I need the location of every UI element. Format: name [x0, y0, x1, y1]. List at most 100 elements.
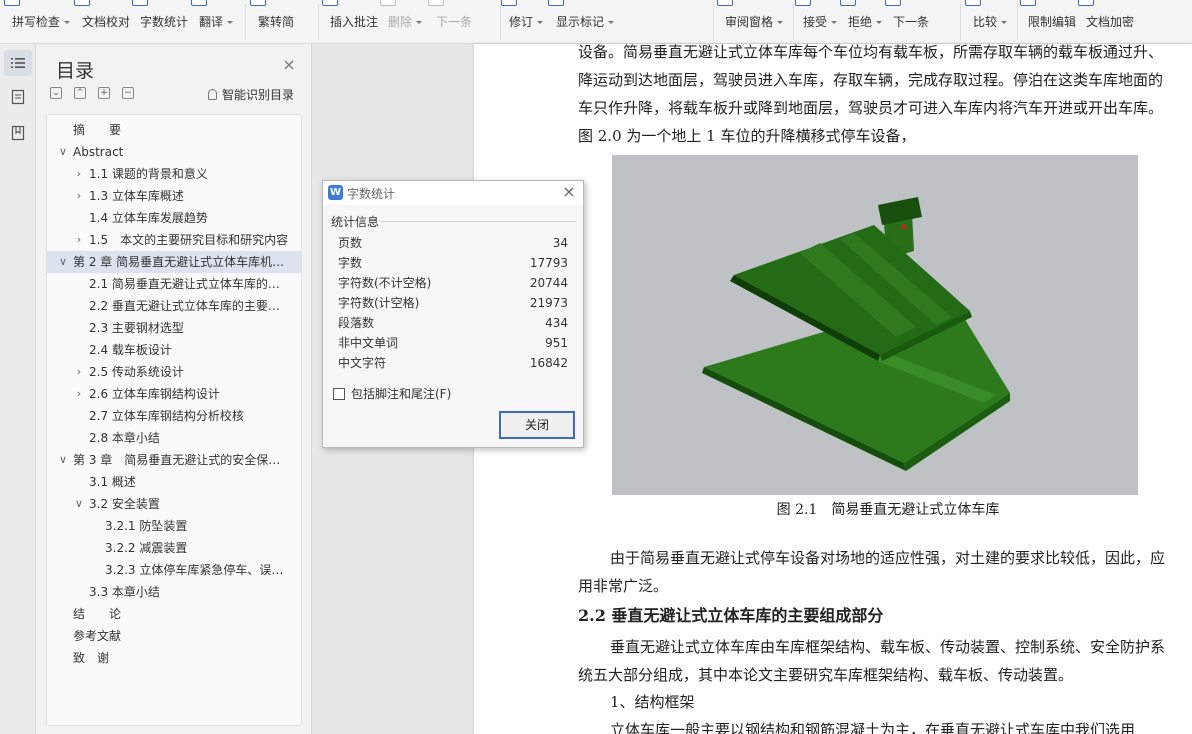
ribbon-button-label: 审阅窗格: [725, 15, 774, 29]
ribbon-icon: [717, 0, 733, 6]
ribbon-icon: [322, 0, 338, 6]
ribbon-icon: [74, 0, 90, 6]
ribbon-button-label: 插入批注: [330, 15, 379, 29]
toc-item-label: 2.6 立体车库钢结构设计: [89, 387, 220, 401]
toc-item[interactable]: 2.4 载车板设计: [47, 339, 301, 361]
stat-row: 中文字符 16842: [338, 353, 568, 373]
toc-item-label: 第 3 章 简易垂直无避让式的安全保护系统设计: [73, 453, 289, 467]
toc-item[interactable]: 摘 要: [47, 119, 301, 141]
toc-item[interactable]: 2.8 本章小结: [47, 427, 301, 449]
body-paragraph-4: 立体车库一般主要以钢结构和钢筋混凝土为主，在垂直无避让式车库中我们选用: [610, 721, 1136, 734]
toc-item[interactable]: › 1.5 本文的主要研究目标和研究内容: [47, 229, 301, 251]
ribbon-button-label: 下一条: [436, 15, 473, 29]
wps-logo-icon: W: [328, 185, 343, 200]
toc-item[interactable]: › 2.6 立体车库钢结构设计: [47, 383, 301, 405]
chevron-right-icon[interactable]: ›: [73, 383, 85, 405]
ribbon-separator: [1017, 4, 1018, 40]
ribbon-icon: [965, 0, 981, 6]
toc-item-label: 1.4 立体车库发展趋势: [89, 211, 208, 225]
collapse-all-icon[interactable]: ⌄: [50, 87, 62, 99]
toc-item[interactable]: 3.2.2 减震装置: [47, 537, 301, 559]
toc-panel: 目录 × ⌄ ⌃ + − 智能识别目录 摘 要 ∨ Abstract › 1.1 课题的…: [36, 44, 312, 734]
toc-item-label: 2.5 传动系统设计: [89, 365, 184, 379]
toc-item[interactable]: ∨ 第 2 章 简易垂直无避让式立体车库机械结构设计: [47, 251, 301, 273]
ribbon-button-label: 拒绝: [848, 15, 873, 29]
chevron-right-icon[interactable]: ›: [73, 185, 85, 207]
toc-item[interactable]: 结 论: [47, 603, 301, 625]
ribbon-icon: [885, 0, 901, 6]
toc-item[interactable]: 2.2 垂直无避让式立体车库的主要组成部分: [47, 295, 301, 317]
ribbon-button-label: 限制编辑: [1028, 15, 1077, 29]
chevron-down-icon: [227, 21, 233, 24]
ribbon-icon: [548, 0, 564, 6]
toc-item[interactable]: 致 谢: [47, 647, 301, 669]
toc-item[interactable]: ∨ Abstract: [47, 141, 301, 163]
toc-item[interactable]: › 2.5 传动系统设计: [47, 361, 301, 383]
toc-item[interactable]: 1.4 立体车库发展趋势: [47, 207, 301, 229]
toc-item[interactable]: 3.1 概述: [47, 471, 301, 493]
chevron-right-icon[interactable]: ›: [73, 163, 85, 185]
chevron-down-icon: [416, 21, 422, 24]
toc-item-label: 摘 要: [73, 123, 122, 137]
include-footnotes-checkbox[interactable]: 包括脚注和尾注(F): [333, 385, 451, 402]
ribbon-separator: [500, 4, 501, 40]
toc-item-label: 结 论: [73, 607, 122, 621]
toc-item[interactable]: › 1.3 立体车库概述: [47, 185, 301, 207]
chevron-right-icon[interactable]: ›: [73, 229, 85, 251]
toc-item-label: 2.3 主要钢材选型: [89, 321, 184, 335]
stat-value: 21973: [529, 296, 568, 310]
toc-item-label: 第 2 章 简易垂直无避让式立体车库机械结构设计: [73, 255, 289, 269]
close-icon[interactable]: ×: [282, 57, 296, 73]
add-heading-icon[interactable]: +: [98, 87, 110, 99]
stat-label: 中文字符: [338, 356, 387, 370]
chevron-right-icon[interactable]: ›: [73, 361, 85, 383]
smart-toc-button[interactable]: 智能识别目录: [208, 86, 294, 103]
toc-icon[interactable]: [4, 50, 32, 76]
toc-title: 目录: [56, 60, 95, 82]
ribbon-icon: [1078, 0, 1094, 6]
toc-item[interactable]: ∨ 3.2 安全装置: [47, 493, 301, 515]
chevron-down-icon[interactable]: ∨: [57, 141, 69, 163]
stat-label: 字符数(计空格): [338, 296, 420, 310]
ribbon-button-label: 接受: [803, 15, 828, 29]
toc-item[interactable]: › 1.1 课题的背景和意义: [47, 163, 301, 185]
chevron-down-icon[interactable]: ∨: [57, 251, 69, 273]
checkbox-label: 包括脚注和尾注(F): [351, 387, 452, 401]
toc-item[interactable]: ∨ 第 3 章 简易垂直无避让式的安全保护系统设计: [47, 449, 301, 471]
toc-item[interactable]: 3.3 本章小结: [47, 581, 301, 603]
stat-value: 17793: [529, 256, 568, 270]
chevron-down-icon: [537, 21, 543, 24]
body-paragraph-2: 由于简易垂直无避让式停车设备对场地的适应性强，对土建的要求比较低，因此，应用非常…: [578, 549, 1166, 595]
stat-value: 16842: [529, 356, 568, 370]
toc-item[interactable]: 参考文献: [47, 625, 301, 647]
close-button[interactable]: 关闭: [499, 411, 575, 439]
ribbon-button-label: 下一条: [893, 15, 930, 29]
toc-item[interactable]: 2.7 立体车库钢结构分析校核: [47, 405, 301, 427]
dialog-title: 字数统计: [347, 187, 396, 201]
chevron-down-icon[interactable]: ∨: [73, 493, 85, 515]
toc-item[interactable]: 3.2.3 立体停车库紧急停车、误操作保护装置: [47, 559, 301, 581]
expand-up-icon[interactable]: ⌃: [74, 87, 86, 99]
group-divider: [381, 221, 576, 222]
list-item-1: 1、结构框架: [610, 693, 695, 711]
bookmark-icon[interactable]: [4, 120, 32, 146]
checkbox-icon[interactable]: [333, 388, 345, 400]
remove-heading-icon[interactable]: −: [122, 87, 134, 99]
chevron-down-icon: [777, 21, 783, 24]
stat-label: 段落数: [338, 316, 375, 330]
close-icon[interactable]: ×: [561, 183, 577, 201]
smart-toc-label: 智能识别目录: [222, 88, 295, 102]
stat-row: 页数 34: [338, 233, 568, 253]
chevron-down-icon[interactable]: ∨: [57, 449, 69, 471]
dialog-titlebar[interactable]: W 字数统计 ×: [323, 181, 583, 205]
stat-label: 非中文单词: [338, 336, 399, 350]
toc-item[interactable]: 3.2.1 防坠装置: [47, 515, 301, 537]
toc-item-label: 致 谢: [73, 651, 110, 665]
body-paragraph-3: 垂直无避让式立体车库由车库框架结构、载车板、传动装置、控制系统、安全防护系统五大…: [578, 638, 1166, 684]
toc-item-label: 2.8 本章小结: [89, 431, 160, 445]
stat-label: 页数: [338, 236, 363, 250]
toc-item[interactable]: 2.3 主要钢材选型: [47, 317, 301, 339]
stat-row: 非中文单词 951: [338, 333, 568, 353]
document-icon[interactable]: [4, 84, 32, 110]
toc-item[interactable]: 2.1 简易垂直无避让式立体车库的工作原理: [47, 273, 301, 295]
